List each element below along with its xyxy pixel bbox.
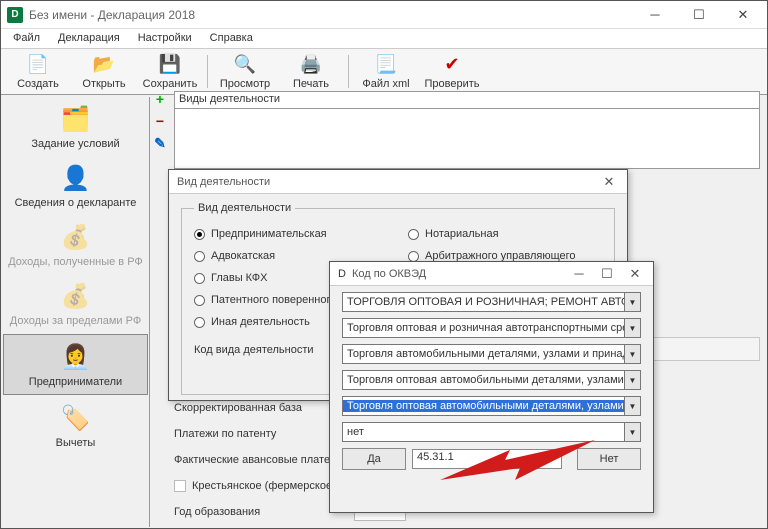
edit-icon[interactable]: ✎ xyxy=(154,135,166,152)
dlg2-maximize-icon[interactable]: ☐ xyxy=(593,266,621,282)
advance-payments-label: Фактические авансовые платежи xyxy=(174,454,354,466)
tool-open[interactable]: 📂Открыть xyxy=(71,51,137,92)
app-icon: D xyxy=(7,7,23,23)
radio-arbitration[interactable] xyxy=(408,251,419,262)
minimize-button[interactable]: ─ xyxy=(633,2,677,28)
sidebar-item-entrepreneurs[interactable]: 👩‍💼Предприниматели xyxy=(3,334,148,395)
dlg2-close-icon[interactable]: ✕ xyxy=(621,266,649,282)
okved-combo-3[interactable]: Торговля автомобильными деталями, узлами… xyxy=(342,344,641,364)
tool-check[interactable]: ✔Проверить xyxy=(419,51,485,92)
okved-combo-2[interactable]: Торговля оптовая и розничная автотранспо… xyxy=(342,318,641,338)
okved-code-input[interactable]: 45.31.1 xyxy=(412,449,562,469)
dlg1-title: Вид деятельности xyxy=(177,176,595,188)
chevron-down-icon[interactable]: ▼ xyxy=(624,293,640,311)
radio-other[interactable] xyxy=(194,317,205,328)
okved-combo-1[interactable]: ТОРГОВЛЯ ОПТОВАЯ И РОЗНИЧНАЯ; РЕМОНТ АВТ… xyxy=(342,292,641,312)
add-icon[interactable]: + xyxy=(156,91,164,107)
farm-checkbox xyxy=(174,480,186,492)
radio-entrepreneur[interactable] xyxy=(194,229,205,240)
chevron-down-icon[interactable]: ▼ xyxy=(624,423,640,441)
toolbar: 📄Создать 📂Открыть 💾Сохранить 🔍Просмотр 🖨… xyxy=(1,49,767,95)
dlg1-close-icon[interactable]: ✕ xyxy=(595,174,623,190)
chevron-down-icon[interactable]: ▼ xyxy=(624,397,640,415)
chevron-down-icon[interactable]: ▼ xyxy=(624,371,640,389)
chevron-down-icon[interactable]: ▼ xyxy=(624,319,640,337)
tree-icon: 🗂️ xyxy=(60,103,92,135)
dlg2-no-button[interactable]: Нет xyxy=(577,448,641,470)
okved-combo-4[interactable]: Торговля оптовая автомобильными деталями… xyxy=(342,370,641,390)
check-icon: ✔ xyxy=(441,54,463,76)
window-title: Без имени - Декларация 2018 xyxy=(29,8,633,22)
sidebar-item-income-abroad[interactable]: 💰Доходы за пределами РФ xyxy=(2,274,149,333)
deductions-icon: 🏷️ xyxy=(60,402,92,434)
menu-file[interactable]: Файл xyxy=(5,29,48,48)
menu-help[interactable]: Справка xyxy=(202,29,261,48)
sidebar-item-deductions[interactable]: 🏷️Вычеты xyxy=(2,396,149,455)
tool-create[interactable]: 📄Создать xyxy=(5,51,71,92)
tool-filexml[interactable]: 📃Файл xml xyxy=(353,51,419,92)
tool-save[interactable]: 💾Сохранить xyxy=(137,51,203,92)
year-formed-label: Год образования xyxy=(174,506,354,518)
radio-lawyer[interactable] xyxy=(194,251,205,262)
money-icon: 💰 xyxy=(60,221,92,253)
new-file-icon: 📄 xyxy=(27,54,49,76)
menubar: Файл Декларация Настройки Справка xyxy=(1,29,767,49)
menu-settings[interactable]: Настройки xyxy=(130,29,200,48)
close-button[interactable]: ✕ xyxy=(721,2,765,28)
list-actions: + − ✎ xyxy=(150,91,170,152)
radio-kfh[interactable] xyxy=(194,273,205,284)
titlebar: D Без имени - Декларация 2018 ─ ☐ ✕ xyxy=(1,1,767,29)
dlg2-minimize-icon[interactable]: ─ xyxy=(565,266,593,282)
menu-declaration[interactable]: Декларация xyxy=(50,29,128,48)
okved-dialog: D Код по ОКВЭД ─ ☐ ✕ ТОРГОВЛЯ ОПТОВАЯ И … xyxy=(329,261,654,513)
sidebar-item-income-rf[interactable]: 💰Доходы, полученные в РФ xyxy=(2,215,149,274)
fieldset-legend: Вид деятельности xyxy=(194,202,295,214)
app-icon: D xyxy=(338,268,346,280)
tool-print[interactable]: 🖨️Печать xyxy=(278,51,344,92)
okved-combo-6[interactable]: нет▼ xyxy=(342,422,641,442)
open-folder-icon: 📂 xyxy=(93,54,115,76)
xml-icon: 📃 xyxy=(375,54,397,76)
radio-patent-attorney[interactable] xyxy=(194,295,205,306)
dlg2-title: Код по ОКВЭД xyxy=(352,268,565,280)
remove-icon[interactable]: − xyxy=(156,113,164,129)
dlg2-ok-button[interactable]: Да xyxy=(342,448,406,470)
list-header: Виды деятельности xyxy=(174,91,760,109)
sidebar: 🗂️Задание условий 👤Сведения о декларанте… xyxy=(2,97,150,527)
print-icon: 🖨️ xyxy=(300,54,322,76)
patent-payments-label: Платежи по патенту xyxy=(174,428,354,440)
chevron-down-icon[interactable]: ▼ xyxy=(624,345,640,363)
radio-notary[interactable] xyxy=(408,229,419,240)
activity-list[interactable] xyxy=(174,109,760,169)
sidebar-item-declarant[interactable]: 👤Сведения о декларанте xyxy=(2,156,149,215)
person-icon: 👤 xyxy=(60,162,92,194)
corrected-base-label: Скорректированная база xyxy=(174,402,354,414)
entrepreneur-icon: 👩‍💼 xyxy=(60,341,92,373)
sidebar-item-conditions[interactable]: 🗂️Задание условий xyxy=(2,97,149,156)
maximize-button[interactable]: ☐ xyxy=(677,2,721,28)
save-icon: 💾 xyxy=(159,54,181,76)
preview-icon: 🔍 xyxy=(234,54,256,76)
money-bag-icon: 💰 xyxy=(60,280,92,312)
okved-combo-5[interactable]: Торговля оптовая автомобильными деталями… xyxy=(342,396,641,416)
tool-preview[interactable]: 🔍Просмотр xyxy=(212,51,278,92)
